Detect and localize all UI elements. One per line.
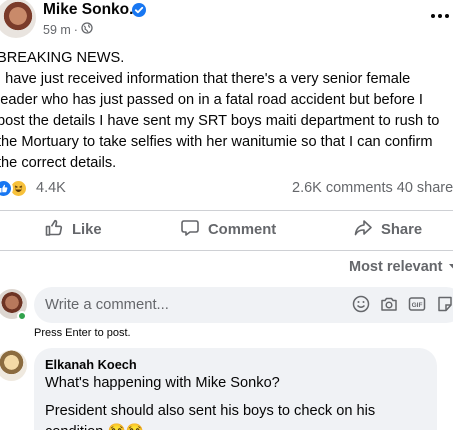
more-dot (438, 14, 442, 18)
commenter-name[interactable]: Elkanah Koech (45, 357, 137, 372)
share-label: Share (381, 222, 423, 238)
sort-label: Most relevant (349, 259, 443, 275)
post-meta: 59 m · (43, 22, 93, 37)
comment-bubble-icon (180, 218, 200, 242)
svg-text:GIF: GIF (412, 302, 423, 309)
online-status-indicator (17, 311, 27, 321)
divider (0, 210, 453, 211)
comment-line: President should also sent his boys to c… (45, 403, 376, 419)
gif-icon[interactable]: GIF (408, 295, 426, 313)
post-line: the correct details. (0, 155, 117, 171)
more-dot (445, 14, 449, 18)
like-button[interactable]: Like (44, 212, 102, 248)
more-dot (431, 14, 435, 18)
post-line: BREAKING NEWS. (0, 50, 125, 66)
meta-separator: · (73, 22, 78, 37)
divider (0, 250, 453, 251)
comment-button[interactable]: Comment (180, 212, 276, 248)
share-button[interactable]: Share (353, 212, 422, 248)
author-name[interactable]: Mike Sonko. (43, 1, 133, 19)
chevron-down-icon (448, 259, 453, 275)
like-label: Like (72, 222, 102, 238)
composer-tools: GIF (352, 295, 453, 313)
globe-icon (81, 22, 93, 37)
press-enter-hint: Press Enter to post. (34, 327, 131, 339)
comment-line: What's happening with Mike Sonko? (45, 375, 280, 391)
comment-bubble: Elkanah Koech What's happening with Mike… (34, 348, 437, 430)
post-header: Mike Sonko. 59 m · (0, 0, 453, 42)
author-avatar[interactable] (0, 0, 36, 38)
verified-badge-icon (132, 3, 146, 17)
emoji-icon[interactable] (352, 295, 370, 313)
post-line: the Mortuary to take selfies with her wa… (0, 134, 433, 150)
comments-shares-count[interactable]: 2.6K comments 40 shares (292, 180, 453, 196)
post-line: I have just received information that th… (0, 71, 411, 87)
camera-icon[interactable] (380, 295, 398, 313)
reaction-count: 4.4K (36, 180, 66, 196)
comment-label: Comment (208, 222, 277, 238)
reaction-summary[interactable]: 4.4K (0, 178, 66, 198)
comment-composer[interactable]: GIF (34, 287, 453, 323)
more-options-button[interactable] (431, 6, 453, 26)
comment-sort-dropdown[interactable]: Most relevant (349, 259, 453, 275)
share-arrow-icon (353, 218, 373, 242)
post-actions: Like Comment Share (0, 212, 453, 248)
commenter-avatar[interactable] (0, 350, 27, 381)
comment-line: condition 😂😂 (45, 422, 375, 430)
post-time[interactable]: 59 m (43, 23, 71, 37)
post-text: BREAKING NEWS. I have just received info… (0, 48, 453, 174)
comment-text: What's happening with Mike Sonko? Presid… (45, 373, 375, 430)
post-line: leader who has just passed on in a fatal… (0, 92, 423, 108)
sticker-icon[interactable] (436, 295, 453, 313)
thumbs-up-icon (44, 218, 64, 242)
comment-input[interactable] (45, 287, 345, 323)
post-line: post the details I have sent my SRT boys… (0, 113, 440, 129)
